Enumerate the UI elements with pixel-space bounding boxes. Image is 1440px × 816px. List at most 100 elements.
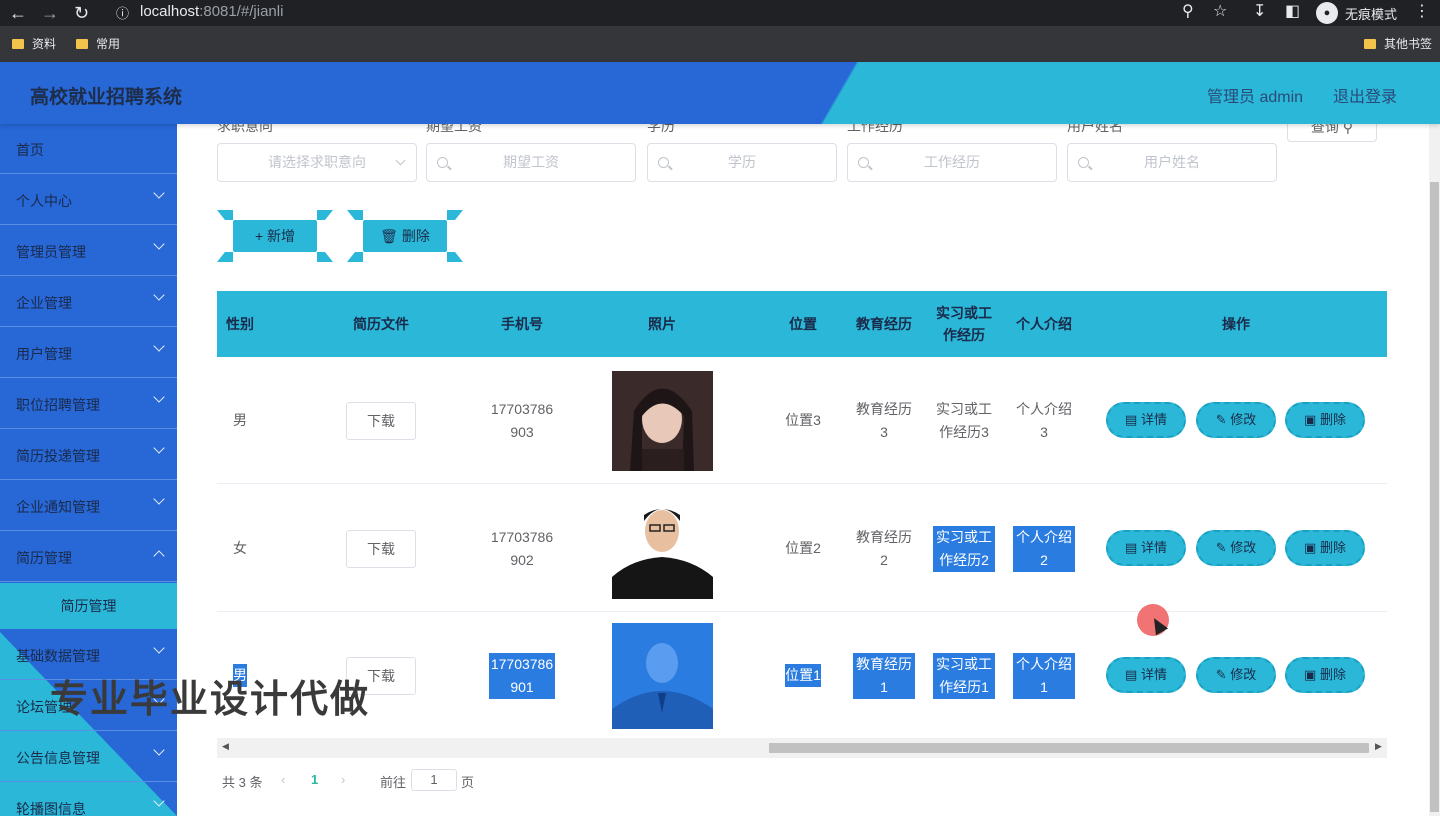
star-icon[interactable]: ☆ bbox=[1213, 2, 1227, 22]
row-delete-button[interactable]: ▣ 删除 bbox=[1285, 657, 1365, 693]
download-button[interactable]: 下载 bbox=[346, 529, 416, 568]
intention-select[interactable]: 请选择求职意向 bbox=[217, 143, 417, 182]
download-icon[interactable]: ↧ bbox=[1253, 2, 1266, 22]
cell-phone: 17703786902 bbox=[490, 528, 554, 568]
user-photo bbox=[612, 622, 713, 729]
cell-location: 位置2 bbox=[785, 540, 821, 556]
sidebar-item-jobs[interactable]: 职位招聘管理 bbox=[0, 379, 177, 429]
chevron-down-icon bbox=[153, 642, 165, 654]
trash-icon: 🗑 bbox=[380, 228, 398, 244]
cell-phone: 17703786903 bbox=[490, 400, 554, 440]
incognito-label[interactable]: 无痕模式 bbox=[1345, 4, 1397, 23]
cell-work: 实习或工作经历3 bbox=[936, 400, 992, 440]
edit-button[interactable]: ✎ 修改 bbox=[1196, 402, 1276, 438]
cell-photo bbox=[612, 612, 713, 739]
scrollbar-thumb[interactable] bbox=[769, 743, 1369, 753]
query-button[interactable]: 查询 ⚲ bbox=[1287, 124, 1377, 142]
detail-button[interactable]: ▤ 详情 bbox=[1106, 402, 1186, 438]
page-number[interactable]: 1 bbox=[311, 772, 318, 787]
scroll-right-icon[interactable]: ▶ bbox=[1375, 741, 1382, 752]
next-page-icon[interactable]: › bbox=[341, 772, 345, 787]
vertical-scrollbar[interactable] bbox=[1429, 124, 1440, 816]
cell-work: 实习或工作经历1 bbox=[933, 612, 995, 739]
cell-gender: 男 bbox=[233, 412, 247, 428]
detail-button[interactable]: ▤ 详情 bbox=[1106, 657, 1186, 693]
detail-button[interactable]: ▤ 详情 bbox=[1106, 530, 1186, 566]
edit-button[interactable]: ✎ 修改 bbox=[1196, 530, 1276, 566]
scroll-left-icon[interactable]: ◀ bbox=[222, 741, 229, 752]
salary-input[interactable]: 期望工资 bbox=[426, 143, 636, 182]
cell-intro: 个人介绍3 bbox=[1016, 400, 1072, 440]
folder-icon bbox=[76, 39, 88, 49]
user-photo bbox=[612, 498, 713, 599]
th-education: 教育经历 bbox=[856, 316, 912, 332]
menu-icon[interactable]: ⋮ bbox=[1414, 2, 1430, 22]
sidebar-item-home[interactable]: 首页 bbox=[0, 124, 177, 174]
download-button[interactable]: 下载 bbox=[346, 401, 416, 440]
row-delete-button[interactable]: ▣ 删除 bbox=[1285, 530, 1365, 566]
cell-intro: 个人介绍1 bbox=[1013, 612, 1075, 739]
app-header: 高校就业招聘系统 管理员 admin 退出登录 bbox=[0, 62, 1440, 124]
cell-phone: 17703786901 bbox=[489, 612, 555, 739]
selected-text: 17703786901 bbox=[489, 652, 555, 699]
bookmark-other[interactable]: 其他书签 bbox=[1364, 36, 1432, 52]
cell-intro: 个人介绍2 bbox=[1013, 485, 1075, 612]
incognito-icon[interactable]: ● bbox=[1316, 2, 1338, 24]
table-header: 性别 简历文件 手机号 照片 位置 教育经历 实习或工作经历 个人介绍 操作 bbox=[217, 291, 1387, 357]
th-work: 实习或工作经历 bbox=[936, 305, 992, 343]
sidepanel-icon[interactable]: ◧ bbox=[1285, 2, 1300, 22]
bookmark-changyong[interactable]: 常用 bbox=[76, 36, 120, 52]
sidebar-item-personal[interactable]: 个人中心 bbox=[0, 175, 177, 225]
logout-link[interactable]: 退出登录 bbox=[1333, 83, 1397, 107]
th-photo: 照片 bbox=[648, 316, 676, 332]
pencil-icon: ✎ bbox=[1215, 412, 1227, 427]
selected-text: 实习或工作经历1 bbox=[933, 652, 995, 699]
sidebar-item-resumes[interactable]: 简历管理 bbox=[0, 532, 177, 582]
filter-label-intention: 求职意向 bbox=[217, 124, 273, 134]
url-text[interactable]: localhost:8081/#/jianli bbox=[140, 3, 283, 21]
prev-page-icon[interactable]: ‹ bbox=[281, 772, 285, 787]
selected-text: 教育经历1 bbox=[853, 652, 915, 699]
scrollbar-thumb[interactable] bbox=[1430, 182, 1439, 812]
document-icon: ▤ bbox=[1125, 412, 1138, 427]
goto-label: 前往 bbox=[380, 775, 407, 790]
cell-location: 位置3 bbox=[785, 412, 821, 428]
sidebar-item-admins[interactable]: 管理员管理 bbox=[0, 226, 177, 276]
education-input[interactable]: 学历 bbox=[647, 143, 837, 182]
table-row: 男 下载 17703786903 位置3 教育经历3 实习或工作经历3 个人介绍… bbox=[217, 357, 1387, 484]
reload-icon[interactable]: ↻ bbox=[74, 2, 89, 24]
cell-file: 下载 bbox=[341, 357, 421, 484]
sidebar-item-carousel[interactable]: 轮播图信息 bbox=[0, 783, 177, 816]
row-delete-button[interactable]: ▣ 删除 bbox=[1285, 402, 1365, 438]
username-input[interactable]: 用户姓名 bbox=[1067, 143, 1277, 182]
bookmark-ziliao[interactable]: 资料 bbox=[12, 36, 56, 52]
cell-photo bbox=[612, 357, 713, 484]
chevron-down-icon bbox=[153, 289, 165, 301]
sidebar-item-company[interactable]: 企业管理 bbox=[0, 277, 177, 327]
sidebar-item-users[interactable]: 用户管理 bbox=[0, 328, 177, 378]
back-icon[interactable]: ← bbox=[9, 2, 27, 24]
browser-toolbar: ← → ↻ ⓘ localhost:8081/#/jianli ⚲ ☆ ↧ ◧ … bbox=[0, 0, 1440, 26]
sidebar-item-announcements[interactable]: 公告信息管理 bbox=[0, 732, 177, 782]
add-button[interactable]: + 新增 bbox=[217, 210, 333, 262]
key-icon[interactable]: ⚲ bbox=[1182, 2, 1194, 22]
edit-button[interactable]: ✎ 修改 bbox=[1196, 657, 1276, 693]
filter-label-username: 用户姓名 bbox=[1067, 124, 1123, 134]
page-jump-input[interactable]: 1 bbox=[411, 769, 457, 791]
experience-input[interactable]: 工作经历 bbox=[847, 143, 1057, 182]
folder-icon bbox=[12, 39, 24, 49]
trash-icon: ▣ bbox=[1304, 540, 1317, 555]
chevron-down-icon bbox=[153, 340, 165, 352]
pencil-icon: ✎ bbox=[1215, 667, 1227, 682]
document-icon: ▤ bbox=[1125, 540, 1138, 555]
sidebar-item-submissions[interactable]: 简历投递管理 bbox=[0, 430, 177, 480]
cell-education: 教育经历2 bbox=[856, 528, 912, 568]
forward-icon[interactable]: → bbox=[41, 2, 59, 24]
delete-button[interactable]: 🗑 删除 bbox=[347, 210, 463, 262]
sidebar-subitem-resume-manage[interactable]: 简历管理 bbox=[0, 583, 177, 629]
table-row: 男 下载 17703786901 位置1 教育经历1 实习或工作经历1 个人介绍… bbox=[217, 612, 1387, 739]
info-icon[interactable]: ⓘ bbox=[116, 3, 129, 22]
horizontal-scrollbar[interactable]: ◀ ▶ bbox=[217, 738, 1387, 758]
cell-file: 下载 bbox=[341, 485, 421, 612]
sidebar-item-notices[interactable]: 企业通知管理 bbox=[0, 481, 177, 531]
